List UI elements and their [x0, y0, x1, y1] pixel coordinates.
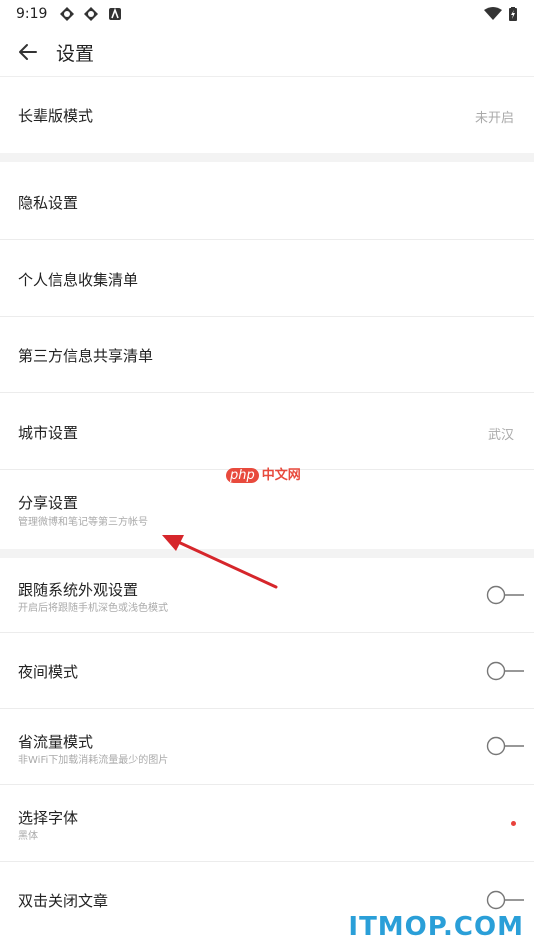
itmop-watermark: ITMOP.COM — [348, 912, 524, 942]
data-saver-toggle[interactable] — [486, 736, 526, 756]
third-party-share-list-row[interactable]: 第三方信息共享清单 — [0, 317, 534, 393]
city-value: 武汉 — [487, 428, 514, 443]
status-bar: 9:19 — [0, 0, 534, 28]
city-settings-row[interactable]: 城市设置 武汉 — [0, 393, 534, 470]
night-mode-label: 夜间模式 — [18, 663, 79, 681]
php-watermark-text: 中文网 — [261, 468, 301, 483]
a-notification-icon — [109, 7, 121, 20]
section-divider — [0, 153, 534, 162]
new-indicator-dot — [511, 821, 516, 826]
night-mode-toggle[interactable] — [486, 661, 526, 681]
double-tap-close-toggle[interactable] — [486, 890, 526, 910]
page-title: 设置 — [56, 43, 95, 65]
follow-system-appearance-desc: 开启后将跟随手机深色或浅色模式 — [18, 603, 168, 614]
privacy-settings-row[interactable]: 隐私设置 — [0, 162, 534, 240]
back-arrow-icon[interactable] — [14, 38, 42, 66]
battery-icon — [509, 7, 517, 21]
elderly-mode-row[interactable]: 长辈版模式 未开启 — [0, 77, 534, 153]
data-saver-desc: 非WiFi下加载消耗流量最少的图片 — [18, 755, 169, 766]
share-settings-desc: 管理微博和笔记等第三方帐号 — [18, 517, 148, 528]
data-saver-row[interactable]: 省流量模式 非WiFi下加载消耗流量最少的图片 — [0, 709, 534, 785]
share-settings-label: 分享设置 — [18, 494, 79, 512]
follow-system-toggle[interactable] — [486, 585, 526, 605]
third-party-share-list-label: 第三方信息共享清单 — [18, 347, 154, 365]
php-watermark: php 中文网 — [226, 464, 301, 483]
font-select-label: 选择字体 — [18, 809, 79, 827]
app-notification-icon — [60, 7, 74, 21]
php-watermark-badge: php — [226, 468, 259, 483]
follow-system-appearance-label: 跟随系统外观设置 — [18, 581, 139, 599]
personal-info-list-label: 个人信息收集清单 — [18, 271, 139, 289]
city-settings-label: 城市设置 — [18, 424, 79, 442]
elderly-mode-value: 未开启 — [474, 111, 514, 126]
data-saver-label: 省流量模式 — [18, 733, 94, 751]
privacy-settings-label: 隐私设置 — [18, 194, 79, 212]
personal-info-list-row[interactable]: 个人信息收集清单 — [0, 240, 534, 317]
annotation-arrow-icon — [162, 535, 278, 589]
font-select-desc: 黑体 — [18, 831, 38, 842]
app-notification-icon-2 — [84, 7, 98, 21]
night-mode-row[interactable]: 夜间模式 — [0, 633, 534, 709]
elderly-mode-label: 长辈版模式 — [18, 107, 94, 125]
font-select-row[interactable]: 选择字体 黑体 — [0, 785, 534, 862]
app-bar: 设置 — [0, 28, 534, 77]
wifi-icon — [484, 7, 502, 20]
status-time: 9:19 — [16, 6, 48, 22]
double-tap-close-label: 双击关闭文章 — [18, 892, 109, 910]
